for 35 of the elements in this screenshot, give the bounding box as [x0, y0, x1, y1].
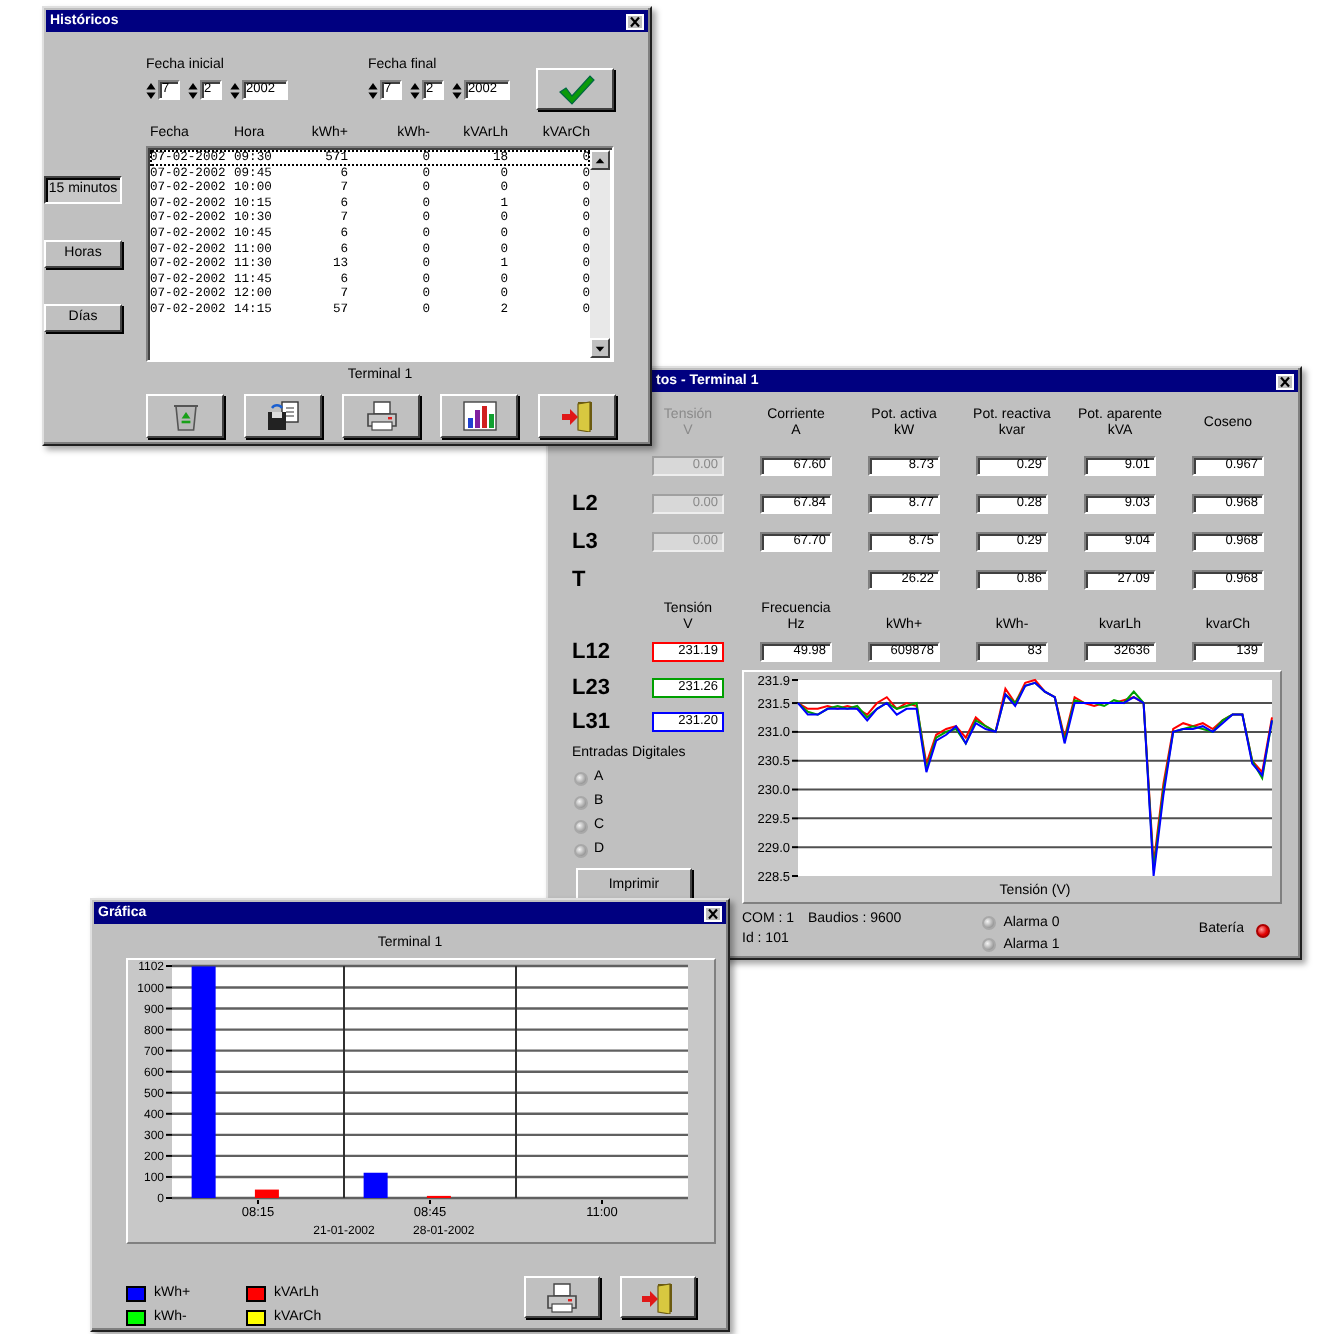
print-button[interactable]	[342, 394, 420, 438]
chart-button[interactable]	[440, 394, 518, 438]
phase-label: L3	[572, 529, 598, 553]
floppy-icon	[265, 400, 301, 432]
save-button[interactable]	[244, 394, 322, 438]
checkmark-icon	[555, 73, 595, 105]
line-label: L12	[572, 640, 610, 664]
line-label: L31	[572, 709, 610, 733]
printer-icon	[363, 400, 399, 432]
confirm-button[interactable]	[536, 68, 614, 110]
door-arrow-icon	[559, 400, 595, 432]
printer-icon	[544, 1281, 580, 1313]
exit-button[interactable]	[538, 394, 616, 438]
bar	[254, 1189, 279, 1198]
spin-arrows-icon[interactable]	[230, 81, 240, 99]
bar-chart-icon	[461, 400, 497, 432]
close-icon[interactable]	[1276, 373, 1294, 389]
delete-button[interactable]	[146, 394, 224, 438]
spin-arrows-icon[interactable]	[410, 81, 420, 99]
spin-arrows-icon[interactable]	[368, 81, 378, 99]
print-button[interactable]	[524, 1276, 600, 1318]
spin-arrows-icon[interactable]	[146, 81, 156, 99]
phase-label: T	[572, 567, 586, 591]
scroll-arrow-button[interactable]	[590, 338, 610, 358]
door-arrow-icon	[640, 1281, 676, 1313]
close-icon[interactable]	[626, 13, 644, 29]
exit-button[interactable]	[620, 1276, 696, 1318]
arrow-icon	[594, 155, 606, 165]
arrow-icon	[594, 343, 606, 353]
spin-arrows-icon[interactable]	[188, 81, 198, 99]
line-label: L23	[572, 675, 610, 699]
spin-arrows-icon[interactable]	[452, 81, 462, 99]
scroll-arrow-button[interactable]	[590, 150, 610, 170]
close-icon[interactable]	[704, 905, 722, 921]
phase-label: L2	[572, 491, 598, 515]
